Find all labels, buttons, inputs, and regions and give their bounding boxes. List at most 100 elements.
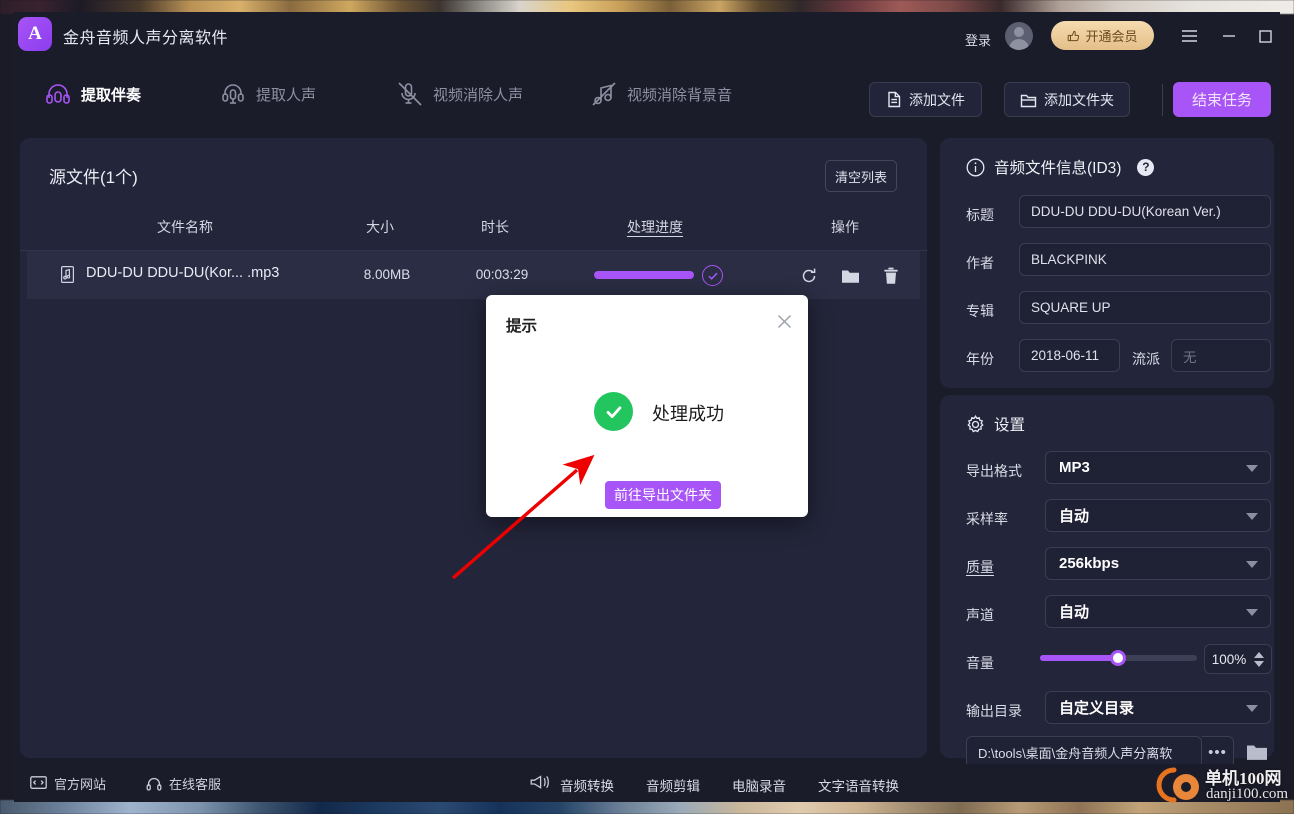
samplerate-value: 自动: [1059, 508, 1090, 525]
end-task-button[interactable]: 结束任务: [1173, 82, 1271, 117]
add-folder-button[interactable]: 添加文件夹: [1004, 82, 1130, 117]
tool-audio-edit[interactable]: 音频剪辑: [646, 775, 700, 795]
tab-extract-accompaniment[interactable]: 提取伴奏: [44, 72, 141, 116]
bottom-bar: 官方网站 在线客服 音频转换 音频剪辑 电脑录音 文字语音转换: [14, 764, 1280, 802]
export-format-select[interactable]: MP3: [1045, 451, 1271, 484]
help-icon[interactable]: ?: [1137, 158, 1155, 176]
microphone-icon: [222, 84, 244, 104]
tab-video-remove-vocals[interactable]: 视频消除人声: [396, 72, 523, 116]
tab-label: 视频消除背景音: [627, 86, 733, 104]
channel-value: 自动: [1059, 604, 1090, 621]
quality-select[interactable]: 256kbps: [1045, 547, 1271, 580]
tool-text-to-speech[interactable]: 文字语音转换: [818, 775, 899, 795]
app-logo-glyph: A: [28, 23, 42, 44]
tab-label: 提取伴奏: [81, 86, 142, 104]
volume-value: 100%: [1211, 651, 1247, 667]
file-size-cell: 8.00MB: [363, 267, 411, 282]
tool-audio-convert[interactable]: 音频转换: [560, 775, 614, 795]
file-name-cell: DDU-DU DDU-DU(Kor... .mp3: [86, 265, 280, 281]
headset-icon: [146, 777, 162, 791]
id3-genre-field[interactable]: 无: [1171, 339, 1271, 372]
megaphone-icon: [530, 774, 550, 791]
monitor-code-icon: [30, 776, 47, 789]
settings-panel-header: 设置: [966, 413, 1025, 435]
app-title: 金舟音频人声分离软件: [63, 30, 229, 47]
id3-year-label: 年份: [966, 351, 994, 367]
id3-album-label: 专辑: [966, 303, 994, 319]
table-row[interactable]: DDU-DU DDU-DU(Kor... .mp3 8.00MB 00:03:2…: [27, 251, 920, 299]
chevron-down-icon: [1246, 560, 1258, 568]
tab-label: 提取人声: [256, 86, 317, 104]
headphones-icon: [46, 84, 70, 104]
column-header-actions: 操作: [831, 219, 859, 235]
refresh-icon[interactable]: [798, 265, 820, 287]
login-button[interactable]: 登录: [965, 30, 991, 49]
online-support-link[interactable]: 在线客服: [146, 774, 221, 793]
export-format-label: 导出格式: [966, 463, 1022, 479]
id3-year-field[interactable]: 2018-06-11: [1019, 339, 1120, 372]
export-format-value: MP3: [1059, 459, 1090, 476]
tool-pc-record[interactable]: 电脑录音: [732, 775, 786, 795]
official-website-label: 官方网站: [54, 777, 107, 792]
id3-artist-label: 作者: [966, 255, 994, 271]
minimize-icon[interactable]: [1217, 24, 1241, 48]
goto-export-folder-button[interactable]: 前往导出文件夹: [605, 481, 721, 509]
source-list-title: 源文件(1个): [49, 168, 138, 187]
success-check-icon: [594, 392, 633, 431]
folder-icon: [1020, 94, 1037, 107]
maximize-icon[interactable]: [1253, 24, 1277, 48]
add-folder-label: 添加文件夹: [1044, 91, 1114, 108]
channel-label: 声道: [966, 607, 994, 623]
id3-album-field[interactable]: SQUARE UP: [1019, 291, 1271, 324]
id3-panel-header: 音频文件信息(ID3) ?: [966, 156, 1155, 178]
thumbs-up-icon: [1068, 30, 1080, 41]
tab-extract-vocals[interactable]: 提取人声: [219, 72, 316, 116]
vip-upgrade-button[interactable]: 开通会员: [1051, 21, 1154, 50]
trash-icon[interactable]: [880, 265, 902, 287]
output-dir-select[interactable]: 自定义目录: [1045, 691, 1271, 724]
hamburger-menu-icon[interactable]: [1177, 24, 1201, 48]
app-window: A 金舟音频人声分离软件 登录 开通会员 提取伴奏 提取人声 视频消除人声 视频…: [14, 12, 1280, 802]
id3-artist-field[interactable]: BLACKPINK: [1019, 243, 1271, 276]
id3-genre-label: 流派: [1132, 351, 1160, 367]
quality-label: 质量: [966, 559, 994, 575]
avatar[interactable]: [1005, 22, 1033, 50]
add-file-label: 添加文件: [909, 91, 965, 108]
add-file-button[interactable]: 添加文件: [869, 82, 982, 117]
output-dir-value: 自定义目录: [1059, 700, 1135, 717]
title-bar: A 金舟音频人声分离软件 登录 开通会员: [14, 12, 1280, 56]
id3-panel-title: 音频文件信息(ID3): [994, 160, 1122, 177]
tab-video-remove-background[interactable]: 视频消除背景音: [590, 72, 732, 116]
progress-bar: [594, 271, 694, 279]
samplerate-select[interactable]: 自动: [1045, 499, 1271, 532]
channel-select[interactable]: 自动: [1045, 595, 1271, 628]
official-website-link[interactable]: 官方网站: [30, 774, 106, 793]
goto-export-folder-label: 前往导出文件夹: [614, 487, 712, 503]
clear-list-label: 清空列表: [834, 169, 887, 185]
id3-title-field[interactable]: DDU-DU DDU-DU(Korean Ver.): [1019, 195, 1271, 228]
music-note-slash-icon: [592, 82, 616, 106]
progress-complete-icon: [702, 265, 723, 286]
document-icon: [888, 91, 901, 108]
end-task-label: 结束任务: [1191, 92, 1252, 109]
volume-stepper[interactable]: 100%: [1204, 644, 1272, 674]
desktop-wallpaper-bottom: [0, 800, 1294, 814]
id3-title-label: 标题: [966, 207, 994, 223]
vip-label: 开通会员: [1085, 29, 1138, 44]
mic-slash-icon: [398, 82, 422, 106]
column-header-size: 大小: [366, 219, 394, 235]
chevron-down-icon: [1246, 464, 1258, 472]
online-support-label: 在线客服: [169, 777, 222, 792]
close-icon[interactable]: [774, 311, 794, 331]
volume-slider-knob[interactable]: [1110, 650, 1126, 666]
folder-icon[interactable]: [839, 265, 861, 287]
volume-label: 音量: [966, 655, 994, 671]
dialog-message: 处理成功: [652, 404, 724, 424]
output-dir-label: 输出目录: [966, 703, 1022, 719]
clear-list-button[interactable]: 清空列表: [825, 160, 897, 192]
stepper-arrows-icon[interactable]: [1254, 651, 1265, 667]
header-divider: [1162, 84, 1163, 116]
success-dialog: 提示 处理成功 前往导出文件夹: [486, 295, 808, 517]
volume-slider-fill: [1040, 655, 1115, 661]
audio-file-icon: [61, 266, 75, 288]
